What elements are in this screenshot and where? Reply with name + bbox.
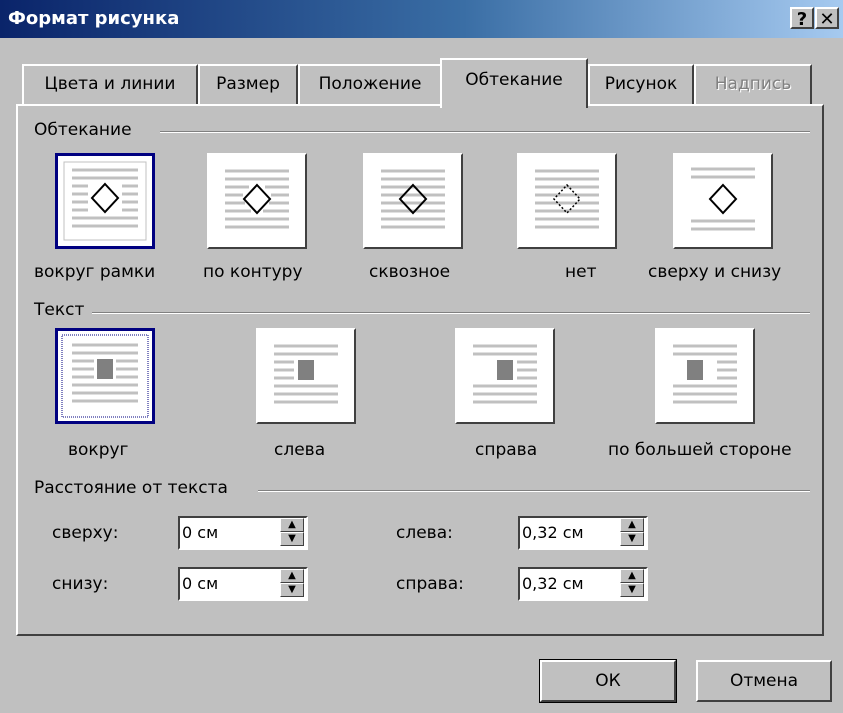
left-distance-spinner[interactable]: ▲ ▼ [620,518,644,548]
wrap-square-option[interactable] [55,153,155,249]
text-around-option[interactable] [55,328,155,424]
wrap-through-option[interactable] [363,153,463,249]
title-bar: Формат рисунка ? ✕ [0,0,843,38]
wrap-tight-option[interactable] [207,153,307,249]
top-distance-spinner[interactable]: ▲ ▼ [280,518,304,548]
left-distance-field[interactable]: ▲ ▼ [518,516,648,550]
spin-up-icon[interactable]: ▲ [620,518,644,532]
text-largest-side-option[interactable] [655,328,755,424]
tab-picture[interactable]: Рисунок [588,64,694,104]
spin-up-icon[interactable]: ▲ [280,518,304,532]
wrap-top-bottom-label: сверху и снизу [648,262,782,282]
left-distance-label: слева: [396,523,453,543]
right-distance-input[interactable] [520,569,618,597]
top-distance-input[interactable] [180,518,278,546]
tab-colors-lines[interactable]: Цвета и линии [22,64,198,104]
spin-down-icon[interactable]: ▼ [620,532,644,546]
distance-group-title: Расстояние от текста [34,478,236,498]
help-button[interactable]: ? [790,7,814,30]
spin-down-icon[interactable]: ▼ [280,532,304,546]
distance-group-separator [258,490,810,492]
wrap-square-label: вокруг рамки [34,262,156,282]
wrap-through-label: сквозное [369,262,451,282]
text-largest-side-label: по большей стороне [608,440,792,460]
right-distance-label: справа: [396,574,464,594]
top-distance-field[interactable]: ▲ ▼ [178,516,308,550]
text-left-label: слева [274,440,326,460]
wrap-none-label: нет [565,262,597,282]
text-group-separator [92,312,810,314]
spin-down-icon[interactable]: ▼ [620,583,644,597]
top-distance-label: сверху: [52,523,119,543]
tab-position[interactable]: Положение [298,64,442,104]
bottom-distance-input[interactable] [180,569,278,597]
text-left-option[interactable] [256,328,356,424]
tab-textbox: Надпись [694,64,812,104]
bottom-distance-spinner[interactable]: ▲ ▼ [280,569,304,599]
wrap-group-separator [160,131,810,133]
window-title: Формат рисунка [8,8,180,29]
wrap-tight-label: по контуру [203,262,303,282]
tab-size[interactable]: Размер [198,64,298,104]
wrap-top-bottom-option[interactable] [673,153,773,249]
spin-up-icon[interactable]: ▲ [280,569,304,583]
wrap-group-title: Обтекание [34,120,140,140]
right-distance-field[interactable]: ▲ ▼ [518,567,648,601]
text-around-label: вокруг [68,440,129,460]
spin-up-icon[interactable]: ▲ [620,569,644,583]
right-distance-spinner[interactable]: ▲ ▼ [620,569,644,599]
text-group-title: Текст [34,300,93,320]
text-right-label: справа [475,440,538,460]
left-distance-input[interactable] [520,518,618,546]
cancel-button[interactable]: Отмена [696,660,832,702]
close-button[interactable]: ✕ [815,7,839,30]
spin-down-icon[interactable]: ▼ [280,583,304,597]
bottom-distance-label: снизу: [52,574,109,594]
ok-button[interactable]: ОК [539,659,677,703]
wrap-none-option[interactable] [517,153,617,249]
bottom-distance-field[interactable]: ▲ ▼ [178,567,308,601]
tab-wrapping[interactable]: Обтекание [440,58,588,108]
text-right-option[interactable] [455,328,555,424]
